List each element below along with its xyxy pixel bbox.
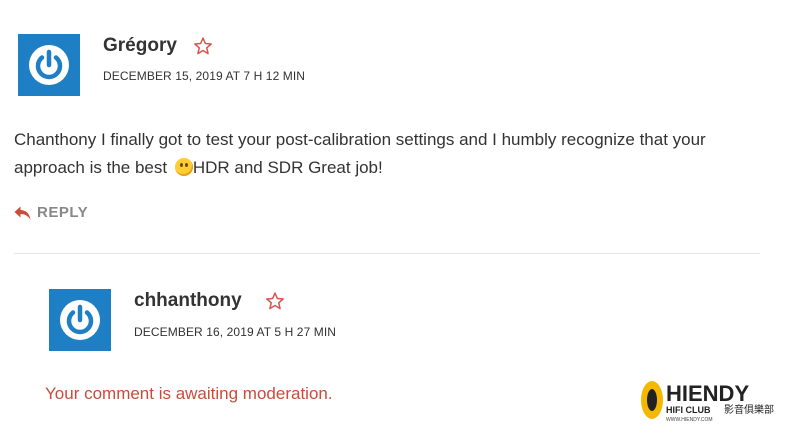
star-icon[interactable] [265, 291, 285, 311]
reply-arrow-icon [14, 206, 31, 219]
comment-text-end: HDR and SDR Great job! [192, 158, 383, 177]
power-icon [60, 300, 100, 340]
avatar[interactable] [18, 34, 80, 96]
watermark-url: WWW.HIENDY.COM [666, 417, 713, 423]
comment-divider [14, 253, 760, 254]
reply-button[interactable]: REPLY [14, 204, 88, 221]
watermark-chinese: 影音俱樂部 [724, 403, 774, 416]
reply-label: REPLY [37, 204, 89, 221]
comment-date[interactable]: DECEMBER 15, 2019 AT 7 H 12 MIN [103, 69, 305, 83]
avatar[interactable] [49, 289, 111, 351]
comment-date[interactable]: DECEMBER 16, 2019 AT 5 H 27 MIN [134, 325, 336, 339]
watermark-brand: HIENDY [666, 381, 749, 406]
smiley-emoji-icon [174, 158, 193, 176]
power-icon [29, 45, 69, 85]
comment-body: Chanthony I finally got to test your pos… [14, 126, 754, 182]
hiendy-watermark-logo: HIENDY HIFI CLUB 影音俱樂部 WWW.HIENDY.COM [641, 381, 774, 423]
moderation-notice: Your comment is awaiting moderation. [45, 384, 333, 403]
comment-author[interactable]: chhanthony [134, 290, 242, 312]
comment-author[interactable]: Grégory [103, 35, 177, 57]
star-icon[interactable] [193, 36, 213, 56]
watermark-subtitle: HIFI CLUB [666, 405, 711, 415]
